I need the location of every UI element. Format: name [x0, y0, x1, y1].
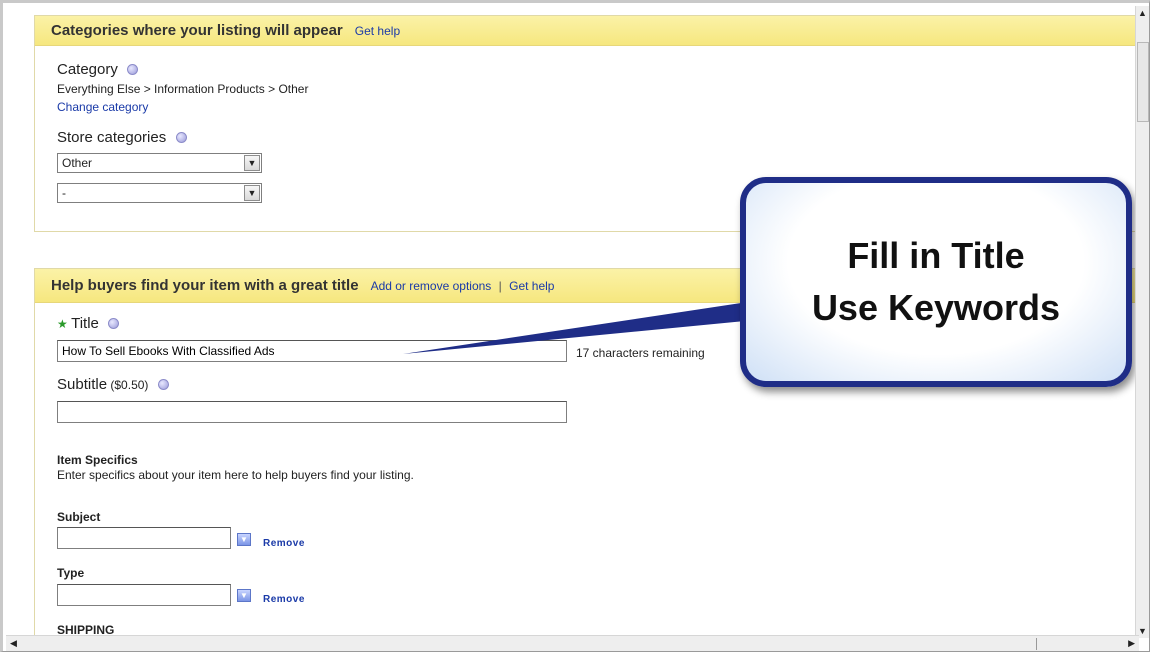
- scroll-right-icon[interactable]: ▶: [1128, 638, 1135, 649]
- scroll-up-icon[interactable]: ▲: [1138, 8, 1147, 18]
- horizontal-scrollbar[interactable]: ◀ ▶: [6, 635, 1139, 651]
- callout-line-1: Fill in Title: [847, 235, 1025, 276]
- callout-pointer-shape: [403, 303, 745, 354]
- scrollbar-divider: [1036, 638, 1037, 650]
- scroll-left-icon[interactable]: ◀: [10, 638, 17, 649]
- browser-page: Categories where your listing will appea…: [0, 0, 1150, 652]
- scrollbar-thumb[interactable]: [1137, 42, 1149, 122]
- callout-bubble: Fill in Title Use Keywords: [740, 177, 1132, 387]
- scroll-down-icon[interactable]: ▼: [1138, 626, 1147, 636]
- callout-line-2: Use Keywords: [811, 287, 1061, 328]
- vertical-scrollbar[interactable]: ▲ ▼: [1135, 6, 1149, 638]
